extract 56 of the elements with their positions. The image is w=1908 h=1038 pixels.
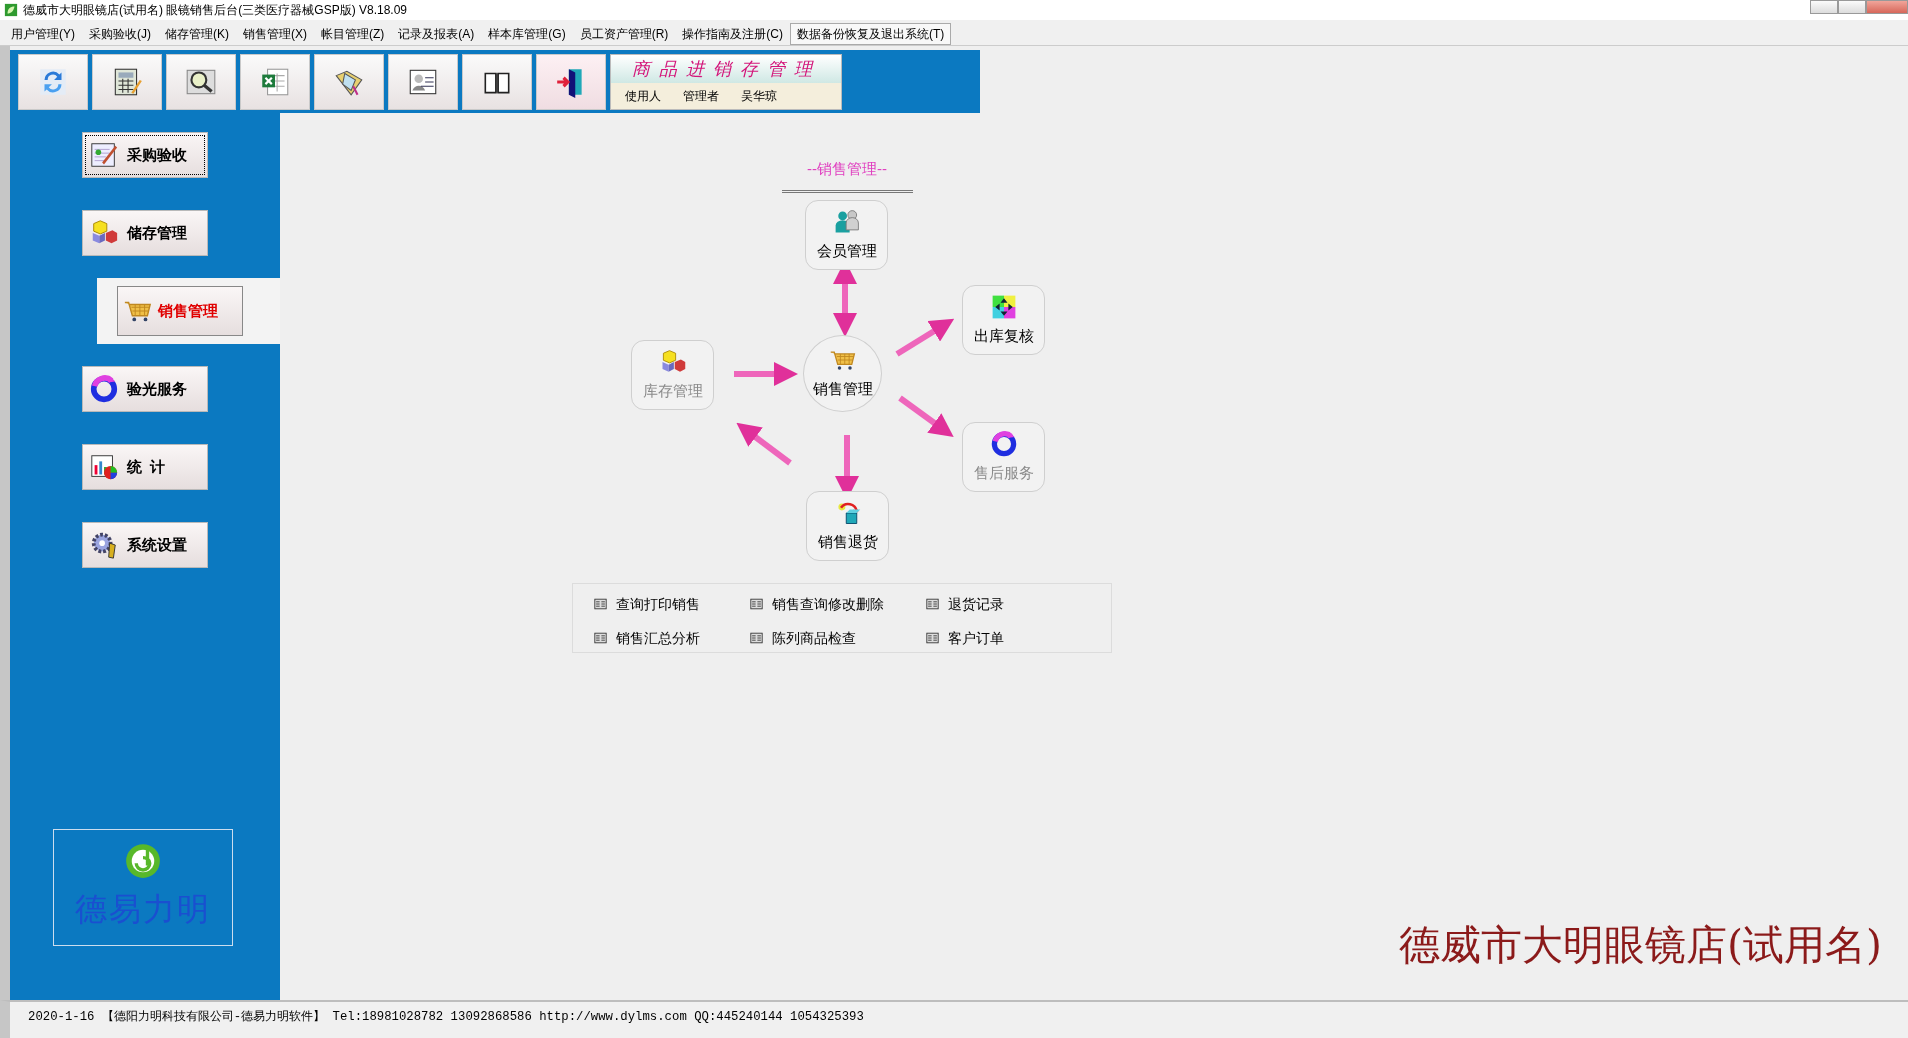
sidebar-button[interactable]: 销售管理 — [117, 286, 243, 336]
menu-item[interactable]: 操作指南及注册(C) — [675, 22, 790, 45]
sidebar-button[interactable]: 采购验收 — [82, 132, 208, 178]
maximize-button[interactable] — [1838, 0, 1866, 14]
diagram-node[interactable]: 销售退货 — [806, 491, 889, 561]
link-item[interactable]: 客户订单 — [925, 624, 1111, 652]
store-name: 德威市大明眼镜店(试用名) — [1399, 919, 1882, 971]
window-title: 德威市大明眼镜店(试用名) 眼镜销售后台(三类医疗器械GSP版) V8.18.09 — [23, 2, 408, 19]
minimize-button[interactable] — [1810, 0, 1838, 14]
sidebar-button[interactable]: 验光服务 — [82, 366, 208, 412]
link-item[interactable]: 销售汇总分析 — [593, 624, 749, 652]
diagram-title: --销售管理-- — [806, 159, 888, 179]
list-icon — [749, 631, 764, 645]
sidebar-button[interactable]: 系统设置 — [82, 522, 208, 568]
list-icon — [593, 597, 608, 611]
sidebar-button[interactable]: 统 计 — [82, 444, 208, 490]
status-bar: 2020-1-16 【德阳力明科技有限公司-德易力明软件】 Tel:18981028782 13092868586 http://www.dylms.com QQ:445240144 1054325393 — [0, 1000, 1908, 1038]
arrow — [734, 362, 798, 386]
menu-item[interactable]: 储存管理(K) — [158, 22, 236, 45]
logo-icon — [125, 842, 161, 879]
list-icon — [749, 597, 764, 611]
user-label: 使用人 — [625, 88, 661, 105]
chart-icon — [89, 452, 119, 482]
user-role: 管理者 — [683, 88, 719, 105]
menu-item[interactable]: 记录及报表(A) — [391, 22, 482, 45]
toolbar-button[interactable] — [462, 54, 532, 110]
leaf-icon — [4, 3, 18, 17]
gear-icon — [89, 530, 119, 560]
menu-item[interactable]: 销售管理(X) — [236, 22, 314, 45]
arrow — [736, 422, 792, 466]
list-icon — [925, 597, 940, 611]
banner-title: 商品进销存管理 — [611, 55, 841, 83]
list-icon — [925, 631, 940, 645]
toolbar-button[interactable] — [92, 54, 162, 110]
diagram-node[interactable]: 会员管理 — [805, 200, 888, 270]
menu-item[interactable]: 样本库管理(G) — [481, 22, 573, 45]
user-name: 吴华琼 — [741, 88, 777, 105]
toolbar-button[interactable] — [388, 54, 458, 110]
arrow — [895, 318, 955, 357]
arrow — [898, 395, 954, 438]
menu-item[interactable]: 采购验收(J) — [82, 22, 158, 45]
toolbar-button[interactable] — [166, 54, 236, 110]
link-item[interactable]: 陈列商品检查 — [749, 624, 925, 652]
menu-item[interactable]: 用户管理(Y) — [4, 22, 82, 45]
pen-document-icon — [89, 140, 119, 170]
link-item[interactable]: 查询打印销售 — [593, 590, 749, 618]
toolbar-button[interactable] — [536, 54, 606, 110]
link-item[interactable]: 退货记录 — [925, 590, 1111, 618]
diagram-node[interactable]: 销售管理 — [803, 335, 882, 412]
link-item[interactable]: 销售查询修改删除 — [749, 590, 925, 618]
menu-item[interactable]: 数据备份恢复及退出系统(T) — [790, 22, 952, 45]
menu-item[interactable]: 员工资产管理(R) — [572, 22, 676, 45]
list-icon — [593, 631, 608, 645]
menu-item[interactable]: 帐目管理(Z) — [314, 22, 392, 45]
diagram-node[interactable]: 出库复核 — [962, 285, 1045, 355]
sidebar-button[interactable]: 储存管理 — [82, 210, 208, 256]
